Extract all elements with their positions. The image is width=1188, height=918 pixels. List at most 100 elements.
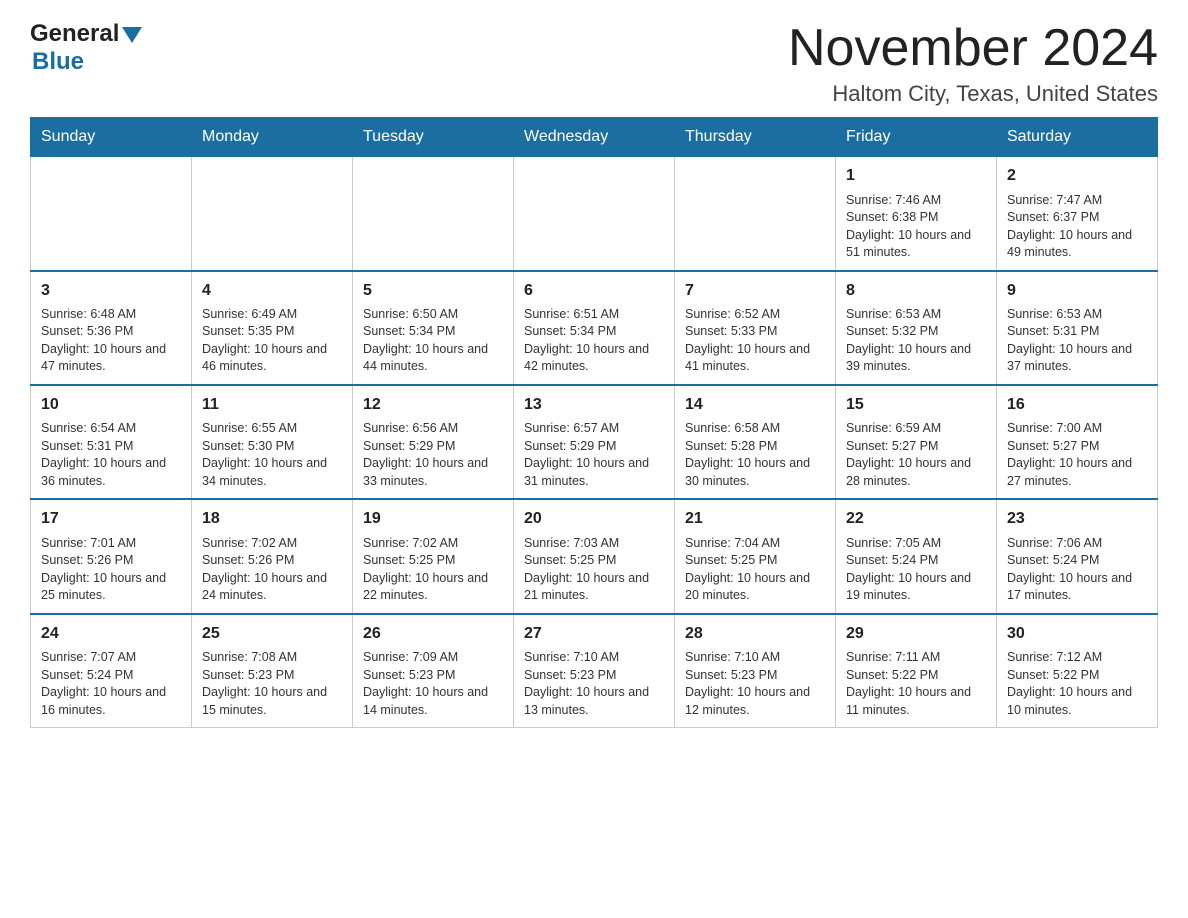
day-info: Sunrise: 7:46 AM Sunset: 6:38 PM Dayligh… [846,192,986,262]
calendar-cell: 20 Sunrise: 7:03 AM Sunset: 5:25 PM Dayli… [514,499,675,613]
calendar-cell: 3Sunrise: 6:48 AM Sunset: 5:36 PM Daylig… [31,271,192,385]
day-info: Sunrise: 6:50 AM Sunset: 5:34 PM Dayligh… [363,306,503,376]
day-number: 2 [1007,165,1147,187]
day-number: 21 [685,508,825,530]
calendar-cell: 15 Sunrise: 6:59 AM Sunset: 5:27 PM Dayli… [836,385,997,499]
day-number: 30 [1007,623,1147,645]
day-number: 24 [41,623,181,645]
day-info: Sunrise: 7:09 AM Sunset: 5:23 PM Dayligh… [363,649,503,719]
day-info: Sunrise: 6:53 AM Sunset: 5:31 PM Dayligh… [1007,306,1147,376]
day-number: 28 [685,623,825,645]
calendar-cell: 25Sunrise: 7:08 AM Sunset: 5:23 PM Dayli… [192,614,353,728]
day-info: Sunrise: 6:51 AM Sunset: 5:34 PM Dayligh… [524,306,664,376]
day-number: 5 [363,280,503,302]
title-section: November 2024 Haltom City, Texas, United… [788,20,1158,107]
calendar-week-row: 1Sunrise: 7:46 AM Sunset: 6:38 PM Daylig… [31,157,1158,271]
calendar-cell: 16 Sunrise: 7:00 AM Sunset: 5:27 PM Dayli… [997,385,1158,499]
calendar-cell: 14Sunrise: 6:58 AM Sunset: 5:28 PM Dayli… [675,385,836,499]
day-header-saturday: Saturday [997,118,1158,157]
page-header: General Blue November 2024 Haltom City, … [30,20,1158,107]
day-info: Sunrise: 6:59 AM Sunset: 5:27 PM Dayligh… [846,420,986,490]
calendar-cell: 19 Sunrise: 7:02 AM Sunset: 5:25 PM Dayli… [353,499,514,613]
calendar-header-row: SundayMondayTuesdayWednesdayThursdayFrid… [31,118,1158,157]
day-info: Sunrise: 7:04 AM Sunset: 5:25 PM Dayligh… [685,535,825,605]
day-info: Sunrise: 6:57 AM Sunset: 5:29 PM Dayligh… [524,420,664,490]
calendar-cell: 13 Sunrise: 6:57 AM Sunset: 5:29 PM Dayli… [514,385,675,499]
location-title: Haltom City, Texas, United States [788,81,1158,107]
calendar-cell: 12 Sunrise: 6:56 AM Sunset: 5:29 PM Dayli… [353,385,514,499]
day-info: Sunrise: 6:52 AM Sunset: 5:33 PM Dayligh… [685,306,825,376]
day-number: 12 [363,394,503,416]
calendar-cell [31,157,192,271]
day-number: 26 [363,623,503,645]
logo-general-text: General [30,20,119,48]
day-info: Sunrise: 7:11 AM Sunset: 5:22 PM Dayligh… [846,649,986,719]
day-info: Sunrise: 7:01 AM Sunset: 5:26 PM Dayligh… [41,535,181,605]
day-number: 8 [846,280,986,302]
day-number: 3 [41,280,181,302]
day-info: Sunrise: 7:02 AM Sunset: 5:26 PM Dayligh… [202,535,342,605]
day-info: Sunrise: 7:10 AM Sunset: 5:23 PM Dayligh… [524,649,664,719]
day-info: Sunrise: 6:55 AM Sunset: 5:30 PM Dayligh… [202,420,342,490]
day-info: Sunrise: 7:02 AM Sunset: 5:25 PM Dayligh… [363,535,503,605]
day-header-friday: Friday [836,118,997,157]
calendar-cell: 23Sunrise: 7:06 AM Sunset: 5:24 PM Dayli… [997,499,1158,613]
day-info: Sunrise: 7:03 AM Sunset: 5:25 PM Dayligh… [524,535,664,605]
day-number: 16 [1007,394,1147,416]
calendar-cell: 18 Sunrise: 7:02 AM Sunset: 5:26 PM Dayli… [192,499,353,613]
calendar-week-row: 24Sunrise: 7:07 AM Sunset: 5:24 PM Dayli… [31,614,1158,728]
day-info: Sunrise: 6:58 AM Sunset: 5:28 PM Dayligh… [685,420,825,490]
calendar-cell: 24Sunrise: 7:07 AM Sunset: 5:24 PM Dayli… [31,614,192,728]
day-number: 20 [524,508,664,530]
calendar-cell: 26 Sunrise: 7:09 AM Sunset: 5:23 PM Dayli… [353,614,514,728]
day-header-wednesday: Wednesday [514,118,675,157]
day-info: Sunrise: 6:54 AM Sunset: 5:31 PM Dayligh… [41,420,181,490]
month-title: November 2024 [788,20,1158,77]
logo-blue-text: Blue [32,48,84,76]
day-info: Sunrise: 6:49 AM Sunset: 5:35 PM Dayligh… [202,306,342,376]
day-header-thursday: Thursday [675,118,836,157]
calendar-table: SundayMondayTuesdayWednesdayThursdayFrid… [30,117,1158,728]
day-number: 18 [202,508,342,530]
calendar-cell: 4Sunrise: 6:49 AM Sunset: 5:35 PM Daylig… [192,271,353,385]
calendar-cell: 21 Sunrise: 7:04 AM Sunset: 5:25 PM Dayli… [675,499,836,613]
calendar-cell: 28Sunrise: 7:10 AM Sunset: 5:23 PM Dayli… [675,614,836,728]
day-number: 27 [524,623,664,645]
logo-triangle-icon [122,27,142,43]
day-number: 22 [846,508,986,530]
calendar-week-row: 3Sunrise: 6:48 AM Sunset: 5:36 PM Daylig… [31,271,1158,385]
day-info: Sunrise: 7:06 AM Sunset: 5:24 PM Dayligh… [1007,535,1147,605]
day-number: 19 [363,508,503,530]
calendar-cell: 29 Sunrise: 7:11 AM Sunset: 5:22 PM Dayli… [836,614,997,728]
day-info: Sunrise: 7:00 AM Sunset: 5:27 PM Dayligh… [1007,420,1147,490]
day-info: Sunrise: 6:53 AM Sunset: 5:32 PM Dayligh… [846,306,986,376]
calendar-cell [514,157,675,271]
calendar-cell: 30 Sunrise: 7:12 AM Sunset: 5:22 PM Dayli… [997,614,1158,728]
calendar-cell: 6 Sunrise: 6:51 AM Sunset: 5:34 PM Daylig… [514,271,675,385]
calendar-cell: 9Sunrise: 6:53 AM Sunset: 5:31 PM Daylig… [997,271,1158,385]
day-number: 17 [41,508,181,530]
day-header-sunday: Sunday [31,118,192,157]
day-info: Sunrise: 6:56 AM Sunset: 5:29 PM Dayligh… [363,420,503,490]
day-number: 15 [846,394,986,416]
day-number: 29 [846,623,986,645]
calendar-week-row: 17 Sunrise: 7:01 AM Sunset: 5:26 PM Dayli… [31,499,1158,613]
day-header-monday: Monday [192,118,353,157]
day-info: Sunrise: 7:12 AM Sunset: 5:22 PM Dayligh… [1007,649,1147,719]
calendar-cell: 27 Sunrise: 7:10 AM Sunset: 5:23 PM Dayli… [514,614,675,728]
day-number: 6 [524,280,664,302]
day-number: 11 [202,394,342,416]
day-header-tuesday: Tuesday [353,118,514,157]
calendar-cell: 22Sunrise: 7:05 AM Sunset: 5:24 PM Dayli… [836,499,997,613]
day-info: Sunrise: 7:47 AM Sunset: 6:37 PM Dayligh… [1007,192,1147,262]
logo: General Blue [30,20,142,76]
calendar-cell [353,157,514,271]
calendar-cell [675,157,836,271]
calendar-cell [192,157,353,271]
calendar-cell: 1Sunrise: 7:46 AM Sunset: 6:38 PM Daylig… [836,157,997,271]
calendar-cell: 10 Sunrise: 6:54 AM Sunset: 5:31 PM Dayli… [31,385,192,499]
day-number: 10 [41,394,181,416]
calendar-cell: 11 Sunrise: 6:55 AM Sunset: 5:30 PM Dayli… [192,385,353,499]
calendar-cell: 7Sunrise: 6:52 AM Sunset: 5:33 PM Daylig… [675,271,836,385]
day-number: 13 [524,394,664,416]
